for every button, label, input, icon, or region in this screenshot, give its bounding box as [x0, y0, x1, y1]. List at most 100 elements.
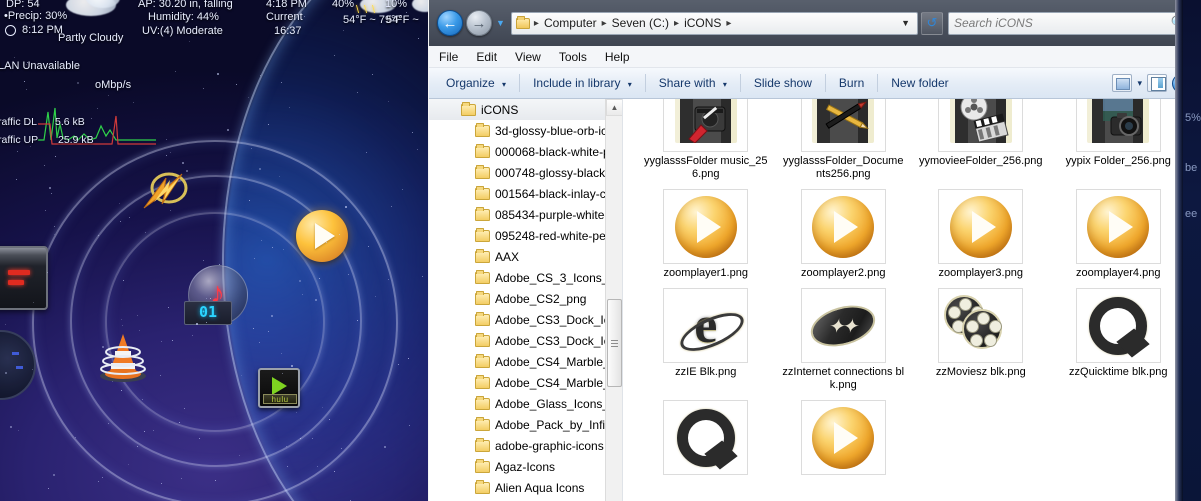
desktop-icon-music-widget[interactable]: ♪ 01 — [184, 265, 252, 331]
tree-item-2[interactable]: 000748-glossy-black-co — [429, 162, 622, 183]
file-item-partial[interactable] — [637, 394, 775, 480]
desktop-icon-player[interactable] — [296, 210, 348, 262]
tree-item-14[interactable]: Adobe_Pack_by_Infinity — [429, 414, 622, 435]
file-item-partial[interactable] — [775, 394, 913, 480]
organize-button[interactable]: Organize ▾ — [435, 73, 517, 93]
tree-item-8[interactable]: Adobe_CS2_png — [429, 288, 622, 309]
star — [51, 193, 53, 195]
system-gauge-widget[interactable]: 10 — [0, 246, 48, 310]
folder-icon — [475, 479, 490, 494]
star — [286, 445, 288, 447]
file-item[interactable]: yyglasssFolder music_256.png — [637, 99, 775, 183]
menu-view[interactable]: View — [515, 50, 541, 64]
tree-item-7[interactable]: Adobe_CS_3_Icons_Rep — [429, 267, 622, 288]
forecast-chance-1: 40% — [332, 0, 355, 10]
file-item[interactable]: yyglasssFolder_Documents256.png — [775, 99, 913, 183]
scrollbar-thumb[interactable] — [607, 299, 622, 387]
menu-help[interactable]: Help — [605, 50, 630, 64]
tree-item-6[interactable]: AAX — [429, 246, 622, 267]
file-item[interactable]: zzQuicktime blk.png — [1050, 282, 1188, 394]
tree-item-9[interactable]: Adobe_CS3_Dock_Icons — [429, 309, 622, 330]
breadcrumb-separator[interactable]: ▸ — [532, 18, 541, 29]
file-list-pane[interactable]: yyglasssFolder music_256.png yyglasssFold… — [623, 99, 1201, 501]
desktop-icon-hulu[interactable]: hulu — [258, 368, 300, 408]
menu-tools[interactable]: Tools — [559, 50, 587, 64]
menu-file[interactable]: File — [439, 50, 458, 64]
file-item[interactable]: ✦✦ zzInternet connections blk.png — [775, 282, 913, 394]
folder-icon — [475, 458, 490, 473]
search-input[interactable] — [954, 16, 1171, 30]
tree-scrollbar[interactable]: ▲ — [605, 99, 622, 501]
desktop-icon-cone[interactable] — [95, 330, 151, 382]
star — [74, 436, 76, 438]
tree-item-15[interactable]: adobe-graphic-icons — [429, 435, 622, 456]
star — [205, 321, 207, 323]
tree-item-16[interactable]: Agaz-Icons — [429, 456, 622, 477]
file-thumbnail — [1075, 288, 1161, 363]
view-pane-icon[interactable] — [1147, 74, 1167, 92]
recent-pages-dropdown-icon[interactable]: ▼ — [496, 18, 505, 28]
tree-item-root[interactable]: iCONS — [429, 99, 622, 120]
tree-item-13[interactable]: Adobe_Glass_Icons_ver — [429, 393, 622, 414]
desktop-icon-flash[interactable] — [140, 168, 192, 216]
toolbar-separator — [877, 74, 879, 92]
tree-item-3[interactable]: 001564-black-inlay-crys — [429, 183, 622, 204]
file-item[interactable]: zoomplayer1.png — [637, 183, 775, 282]
star — [365, 151, 367, 153]
scroll-up-arrow[interactable]: ▲ — [606, 99, 622, 116]
secondary-gauge-widget[interactable] — [0, 330, 36, 400]
tree-item-12[interactable]: Adobe_CS4_Marble_Ico — [429, 372, 622, 393]
tree-item-0[interactable]: 3d-glossy-blue-orb-ico — [429, 120, 622, 141]
file-item-partial[interactable] — [912, 394, 1050, 480]
desktop-right-strip: 5% be ee — [1175, 0, 1201, 501]
file-item[interactable]: zzMoviesz blk.png — [912, 282, 1050, 394]
tree-item-10[interactable]: Adobe_CS3_Dock_Icons — [429, 330, 622, 351]
star — [179, 421, 181, 423]
breadcrumb-separator[interactable]: ▸ — [672, 18, 681, 29]
breadcrumb-bar[interactable]: ▸ Computer ▸ Seven (C:) ▸ iCONS ▸ ▼ — [510, 11, 918, 35]
file-name-label: yyglasssFolder_Documents256.png — [783, 155, 904, 180]
refresh-button[interactable]: ↺ — [921, 11, 943, 35]
menu-edit[interactable]: Edit — [476, 50, 497, 64]
slide-show-button[interactable]: Slide show — [743, 73, 823, 93]
file-item-partial[interactable] — [1050, 394, 1188, 480]
new-folder-button[interactable]: New folder — [880, 73, 959, 93]
star — [166, 154, 168, 156]
navigation-pane: iCONS 3d-glossy-blue-orb-ico 000068-black… — [429, 99, 623, 501]
file-item[interactable]: yypix Folder_256.png — [1050, 99, 1188, 183]
tree-item-11[interactable]: Adobe_CS4_Marble_Ico — [429, 351, 622, 372]
tree-item-5[interactable]: 095248-red-white-pearl — [429, 225, 622, 246]
chevron-down-icon[interactable]: ▾ — [1137, 78, 1142, 89]
tree-item-1[interactable]: 000068-black-white-pe — [429, 141, 622, 162]
tree-item-17[interactable]: Alien Aqua Icons — [429, 477, 622, 498]
file-item[interactable]: zoomplayer3.png — [912, 183, 1050, 282]
play-orb-art — [949, 195, 1012, 258]
tree-item-4[interactable]: 085434-purple-white-p — [429, 204, 622, 225]
search-box[interactable]: 🔍 — [948, 11, 1193, 35]
preview-pane-icon[interactable] — [1112, 74, 1133, 92]
file-item[interactable]: zoomplayer2.png — [775, 183, 913, 282]
weather-current-label: Current — [266, 11, 303, 23]
forward-button[interactable]: → — [466, 10, 492, 36]
breadcrumb-computer[interactable]: Computer — [541, 15, 600, 31]
include-in-library-button[interactable]: Include in library ▾ — [522, 73, 643, 93]
share-with-button[interactable]: Share with ▾ — [648, 73, 738, 93]
file-thumbnail — [1075, 189, 1161, 264]
tree-item-label: Adobe_Pack_by_Infinity — [495, 417, 622, 432]
breadcrumb-separator[interactable]: ▸ — [600, 18, 609, 29]
star — [165, 139, 167, 141]
file-item[interactable]: yymovieeFolder_256.png — [912, 99, 1050, 183]
file-thumbnail: e — [663, 288, 749, 363]
file-item[interactable]: zoomplayer4.png — [1050, 183, 1188, 282]
folder-camera-overlay — [1103, 99, 1142, 136]
breadcrumb-icons[interactable]: iCONS — [681, 15, 724, 31]
breadcrumb-seven-c[interactable]: Seven (C:) — [609, 15, 672, 31]
gauge-tick — [16, 366, 23, 369]
burn-button[interactable]: Burn — [828, 73, 875, 93]
breadcrumb-dropdown-icon[interactable]: ▼ — [896, 18, 915, 28]
file-item[interactable]: e zzIE Blk.png — [637, 282, 775, 394]
back-button[interactable]: ← — [437, 10, 463, 36]
star — [98, 234, 100, 236]
folder-icon — [475, 248, 490, 263]
breadcrumb-separator[interactable]: ▸ — [724, 18, 733, 29]
